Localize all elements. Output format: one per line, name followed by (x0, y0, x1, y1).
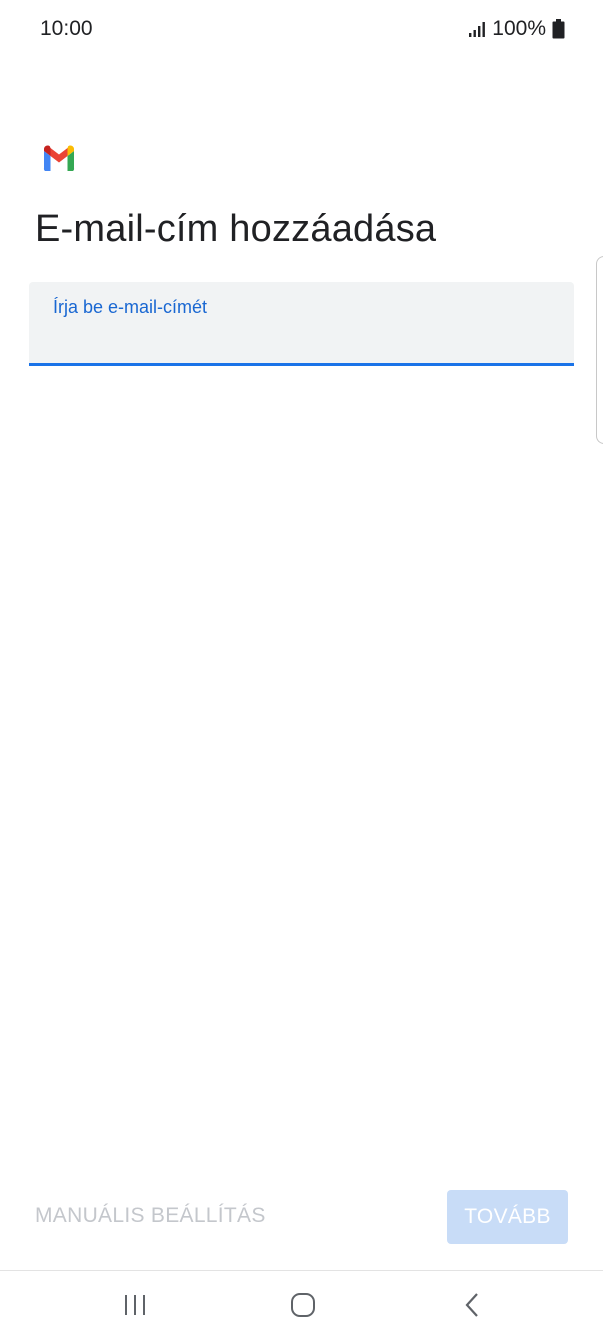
email-field[interactable]: Írja be e-mail-címét (29, 282, 574, 366)
home-icon (290, 1292, 316, 1323)
status-bar: 10:00 100% (0, 0, 603, 60)
navigation-bar (0, 1271, 603, 1340)
back-button[interactable] (453, 1291, 493, 1323)
signal-icon (468, 20, 488, 38)
next-button[interactable]: TOVÁBB (447, 1190, 568, 1244)
add-email-screen: 10:00 100% E-mail-cím hozzáadása Írja be… (0, 0, 603, 1340)
email-field-label: Írja be e-mail-címét (53, 297, 208, 317)
manual-setup-button[interactable]: MANUÁLIS BEÁLLÍTÁS (35, 1204, 266, 1228)
status-indicators: 100% (468, 17, 565, 41)
recents-icon (122, 1293, 148, 1322)
email-input[interactable] (53, 324, 553, 354)
home-button[interactable] (283, 1291, 323, 1323)
gmail-logo-icon (42, 145, 76, 171)
status-time: 10:00 (40, 17, 93, 40)
edge-panel-handle[interactable] (596, 256, 603, 444)
back-icon (463, 1292, 483, 1323)
battery-percent: 100% (492, 17, 546, 40)
recents-button[interactable] (115, 1291, 155, 1323)
page-title: E-mail-cím hozzáadása (35, 208, 437, 250)
battery-icon (552, 19, 565, 39)
